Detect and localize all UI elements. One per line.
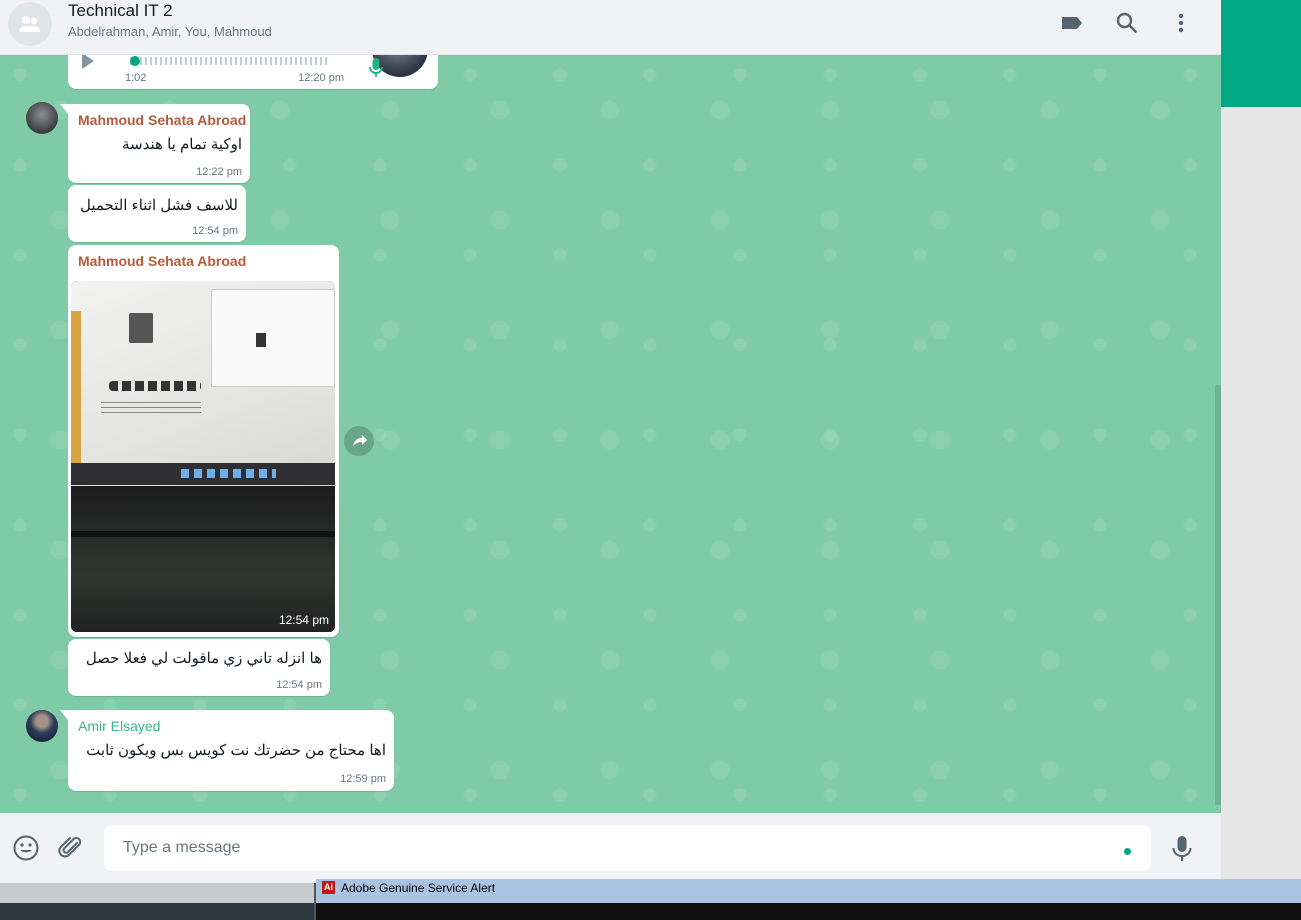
download-icon <box>256 333 266 347</box>
image-message-bubble[interactable]: Mahmoud Sehata Abroad 12:54 pm <box>68 245 339 637</box>
forward-button[interactable] <box>344 426 374 456</box>
voice-duration: 1:02 <box>125 72 147 84</box>
chat-title[interactable]: Technical IT 2 <box>68 1 173 21</box>
avatar-amir[interactable] <box>26 710 58 742</box>
microphone-icon <box>368 57 384 84</box>
taskbar-left <box>0 883 314 920</box>
attach-icon[interactable] <box>57 834 85 867</box>
photo-text-lines <box>101 399 201 413</box>
sender-name[interactable]: Mahmoud Sehata Abroad <box>78 112 246 128</box>
os-taskbar: Ai Adobe Genuine Service Alert <box>0 879 1301 920</box>
message-text: اها محتاج من حضرتك نت كويس بس ويكون ثابت <box>86 742 386 759</box>
sender-name[interactable]: Mahmoud Sehata Abroad <box>78 253 246 269</box>
photo-dialog <box>211 289 335 387</box>
message-bubble[interactable]: Mahmoud Sehata Abroad اوكية تمام يا هندس… <box>60 104 250 183</box>
group-avatar[interactable] <box>8 2 52 46</box>
message-time: 12:54 pm <box>192 225 238 237</box>
microphone-icon[interactable] <box>1170 835 1194 868</box>
chat-messages-area[interactable]: 1:02 12:20 pm Mahmoud Sehata Abroad اوكي… <box>0 55 1221 813</box>
photo-laptop-edge <box>71 531 335 537</box>
message-time: 12:54 pm <box>276 679 322 691</box>
message-bubble[interactable]: Amir Elsayed اها محتاج من حضرتك نت كويس … <box>60 710 394 791</box>
photo-time: 12:54 pm <box>278 613 329 627</box>
photo-left-strip <box>71 311 81 481</box>
message-time: 12:22 pm <box>196 166 242 178</box>
message-time: 12:59 pm <box>340 773 386 785</box>
right-panel-header <box>1221 0 1301 107</box>
forward-icon <box>353 435 367 446</box>
avatar-mahmoud[interactable] <box>26 102 58 134</box>
sender-name[interactable]: Amir Elsayed <box>78 718 160 734</box>
photo-taskbar-icons <box>181 469 276 478</box>
menu-icon[interactable] <box>1168 10 1194 36</box>
message-time: 12:20 pm <box>298 72 344 84</box>
message-text: للاسف فشل اثناء التحميل <box>79 197 238 214</box>
bubble-tail <box>60 104 68 114</box>
composer-bar <box>0 813 1221 883</box>
taskbar-left-strip <box>0 883 314 903</box>
message-input[interactable] <box>104 825 1151 871</box>
typing-indicator-dot <box>1124 848 1131 855</box>
right-side-panel <box>1221 0 1301 883</box>
emoji-icon[interactable] <box>12 834 40 867</box>
chat-participants[interactable]: Abdelrahman, Amir, You, Mahmoud <box>68 24 272 39</box>
label-icon[interactable] <box>1059 10 1085 36</box>
window-title: Adobe Genuine Service Alert <box>341 881 496 895</box>
message-text: ها انزله تاني زي ماقولت لي فعلا حصل <box>85 650 322 667</box>
window-titlebar[interactable]: Ai Adobe Genuine Service Alert <box>316 879 1301 903</box>
play-icon[interactable] <box>82 55 94 69</box>
bubble-tail <box>60 710 68 720</box>
message-photo[interactable]: 12:54 pm <box>71 281 335 632</box>
adobe-icon: Ai <box>322 881 335 894</box>
right-panel-body <box>1221 107 1301 883</box>
adobe-alert-window[interactable]: Ai Adobe Genuine Service Alert <box>314 879 1301 920</box>
message-bubble[interactable]: ها انزله تاني زي ماقولت لي فعلا حصل 12:5… <box>68 639 330 696</box>
whatsapp-app: Technical IT 2 Abdelrahman, Amir, You, M… <box>0 0 1221 883</box>
voice-progress-dot[interactable] <box>130 56 140 66</box>
file-icon <box>129 313 153 343</box>
group-icon <box>19 16 40 32</box>
chat-header: Technical IT 2 Abdelrahman, Amir, You, M… <box>0 0 1221 55</box>
voice-waveform[interactable] <box>130 57 330 65</box>
message-text: اوكية تمام يا هندسة <box>122 136 242 153</box>
message-bubble[interactable]: للاسف فشل اثناء التحميل 12:54 pm <box>68 185 246 242</box>
voice-message-bubble[interactable]: 1:02 12:20 pm <box>68 55 438 89</box>
photo-icon-row <box>109 381 201 391</box>
photo-keyboard <box>71 486 335 632</box>
search-icon[interactable] <box>1114 10 1140 36</box>
